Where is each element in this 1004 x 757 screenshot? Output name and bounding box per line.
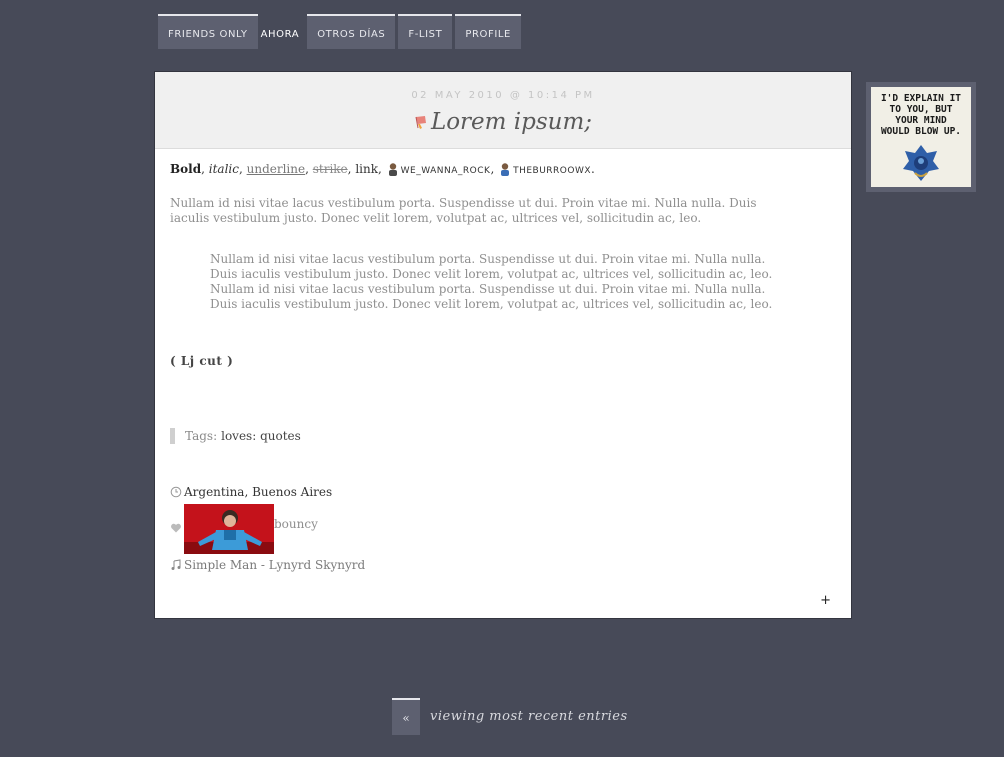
music-note-icon bbox=[170, 559, 182, 571]
nav-otros-dias[interactable]: OTROS DÍAS bbox=[307, 14, 396, 49]
location-text: Argentina, Buenos Aires bbox=[184, 485, 333, 499]
comma: , bbox=[201, 162, 209, 176]
nav-profile[interactable]: PROFILE bbox=[455, 14, 521, 49]
tags-link[interactable]: loves: quotes bbox=[221, 429, 301, 443]
heart-icon bbox=[170, 522, 182, 534]
flag-icon bbox=[414, 114, 428, 130]
tags-label: Tags: bbox=[185, 429, 218, 443]
userpic-line-4: WOULD BLOW UP. bbox=[880, 126, 962, 137]
userpic[interactable]: I'D EXPLAIN IT TO YOU, BUT YOUR MIND WOU… bbox=[866, 82, 976, 192]
userpic-line-2: TO YOU, BUT bbox=[889, 104, 953, 115]
clock-icon bbox=[170, 486, 182, 498]
entry-date: 02 MAY 2010 @ 10:14 PM bbox=[411, 90, 595, 101]
comma: , bbox=[490, 162, 499, 176]
mood-image bbox=[184, 504, 274, 554]
user-icon[interactable] bbox=[498, 162, 512, 176]
user-link-theburroowx[interactable]: THEBURROOWX bbox=[513, 166, 591, 176]
pager-status: viewing most recent entries bbox=[430, 709, 628, 724]
userpic-line-3: YOUR MIND bbox=[895, 115, 947, 126]
entry-blockquote: Nullam id nisi vitae lacus vestibulum po… bbox=[210, 252, 773, 311]
expand-button[interactable]: + bbox=[820, 593, 831, 608]
tags-row: Tags: loves: quotes bbox=[170, 428, 301, 444]
pagination: « viewing most recent entries bbox=[392, 698, 628, 735]
userpic-image: I'D EXPLAIN IT TO YOU, BUT YOUR MIND WOU… bbox=[871, 87, 971, 187]
underline-text: underline bbox=[246, 162, 306, 176]
strike-text: strike bbox=[312, 162, 348, 176]
nav-friends-only[interactable]: FRIENDS ONLY bbox=[158, 14, 258, 49]
music-row: Simple Man - Lynyrd Skynyrd bbox=[170, 558, 365, 572]
comma: , bbox=[378, 162, 386, 176]
tags-bar bbox=[170, 428, 175, 444]
nav-f-list[interactable]: F-LIST bbox=[398, 14, 453, 49]
mood-text: bouncy bbox=[274, 517, 318, 531]
format-sample-line: Bold, italic, underline, strike, link, W… bbox=[170, 162, 595, 176]
lj-cut-link[interactable]: ( Lj cut ) bbox=[170, 354, 233, 368]
userpic-caption: I'D EXPLAIN IT TO YOU, BUT YOUR MIND WOU… bbox=[871, 93, 971, 137]
top-nav: FRIENDS ONLY AHORA OTROS DÍAS F-LIST PRO… bbox=[158, 14, 521, 49]
user-icon[interactable] bbox=[386, 162, 400, 176]
entry-title-wrap: Lorem ipsum; bbox=[155, 109, 851, 135]
user-link-we-wanna-rock[interactable]: WE_WANNA_ROCK bbox=[401, 166, 491, 176]
journal-entry: 02 MAY 2010 @ 10:14 PM Lorem ipsum; Bold… bbox=[154, 71, 852, 619]
previous-page-button[interactable]: « bbox=[392, 698, 420, 735]
comma: , bbox=[305, 162, 313, 176]
entry-header: 02 MAY 2010 @ 10:14 PM Lorem ipsum; bbox=[155, 72, 851, 149]
music-text: Simple Man - Lynyrd Skynyrd bbox=[184, 558, 366, 572]
bold-text: Bold bbox=[170, 162, 202, 176]
link-text[interactable]: link bbox=[355, 162, 378, 176]
nav-ahora[interactable]: AHORA bbox=[261, 14, 305, 49]
period: . bbox=[591, 162, 595, 176]
location-row: Argentina, Buenos Aires bbox=[170, 485, 332, 499]
entry-paragraph: Nullam id nisi vitae lacus vestibulum po… bbox=[170, 196, 757, 225]
userpic-line-1: I'D EXPLAIN IT bbox=[880, 93, 962, 104]
ravenclaw-crest-icon bbox=[901, 143, 941, 187]
comma: , bbox=[238, 162, 247, 176]
italic-text: italic bbox=[208, 162, 239, 176]
entry-title[interactable]: Lorem ipsum; bbox=[431, 109, 592, 135]
